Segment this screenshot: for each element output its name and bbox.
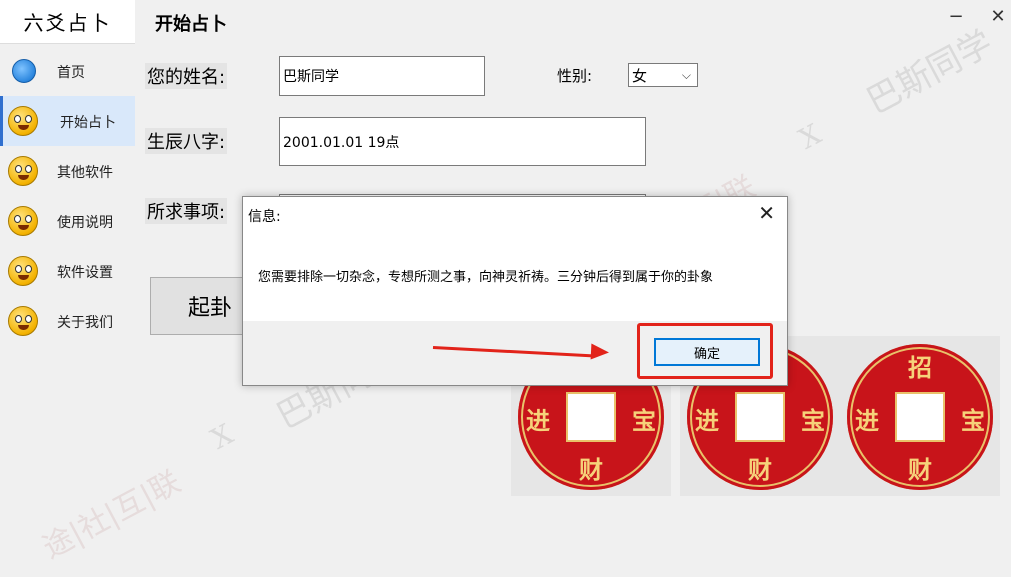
highlight-box (637, 323, 773, 379)
page-title: 开始占卜 (155, 14, 227, 35)
close-window-button[interactable]: ✕ (987, 6, 1009, 27)
coin-left-char: 进 (695, 406, 719, 435)
dialog-title: 信息: (248, 209, 281, 225)
coin-icon: 招 进 宝 财 (847, 344, 993, 490)
sidebar-item-label: 使用说明 (57, 215, 113, 231)
arrow-head-icon (590, 343, 610, 361)
gender-value: 女 (632, 66, 648, 85)
name-input[interactable]: 巴斯同学 (279, 56, 485, 96)
coin-top-char: 招 (908, 353, 932, 382)
gender-select[interactable]: 女 ⌵ (628, 63, 698, 87)
sidebar-item-instructions[interactable]: 使用说明 (0, 196, 135, 246)
yawning-face-icon (8, 306, 38, 336)
gender-label: 性别: (557, 67, 593, 85)
glasses-face-icon (8, 206, 38, 236)
matter-label: 所求事项: (145, 198, 228, 224)
coin-bottom-char: 财 (579, 455, 603, 484)
sidebar-item-label: 其他软件 (57, 165, 113, 181)
coin-card: 招 进 宝 财 (840, 336, 1000, 496)
coin-left-char: 进 (526, 406, 550, 435)
sidebar-item-label: 软件设置 (57, 265, 113, 281)
coin-right-char: 宝 (632, 406, 656, 435)
coin-left-char: 进 (855, 406, 879, 435)
sidebar-item-label: 开始占卜 (60, 115, 116, 131)
thinking-face-icon (8, 156, 38, 186)
sidebar-item-settings[interactable]: 软件设置 (0, 246, 135, 296)
sidebar-item-about[interactable]: 关于我们 (0, 296, 135, 346)
name-label: 您的姓名: (145, 63, 228, 89)
chevron-down-icon: ⌵ (681, 68, 691, 82)
sidebar-item-other-software[interactable]: 其他软件 (0, 146, 135, 196)
sidebar-item-start-divination[interactable]: 开始占卜 (0, 96, 135, 146)
coin-right-char: 宝 (961, 406, 985, 435)
sidebar-item-label: 关于我们 (57, 315, 113, 331)
sidebar-item-home[interactable]: 首页 (0, 46, 135, 96)
minimize-button[interactable]: − (945, 6, 967, 27)
coin-bottom-char: 财 (748, 455, 772, 484)
surprised-face-icon (8, 106, 38, 136)
yin-yang-icon (12, 59, 36, 83)
dialog-message: 您需要排除一切杂念，专想所测之事，向神灵祈祷。三分钟后得到属于你的卦象 (258, 270, 714, 285)
sidebar: 六爻占卜 首页 开始占卜 其他软件 使用说明 软件设置 关于我们 (0, 0, 135, 577)
birth-input[interactable]: 2001.01.01 19点 (279, 117, 646, 166)
app-title: 六爻占卜 (0, 0, 135, 44)
reading-face-icon (8, 256, 38, 286)
coin-right-char: 宝 (801, 406, 825, 435)
birth-label: 生辰八字: (145, 128, 228, 154)
coin-bottom-char: 财 (908, 455, 932, 484)
dialog-close-button[interactable]: ✕ (758, 201, 775, 225)
sidebar-item-label: 首页 (57, 65, 85, 81)
